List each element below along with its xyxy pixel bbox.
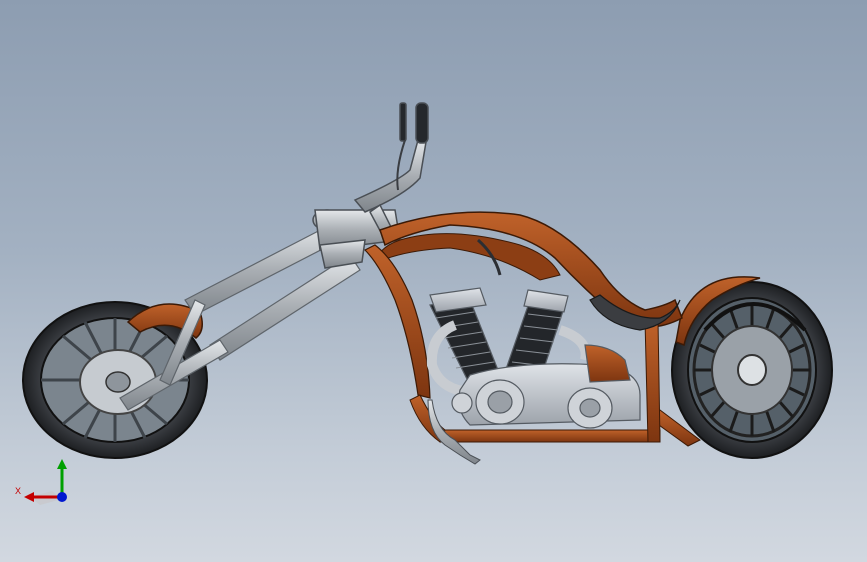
chopper-motorcycle-model[interactable] — [0, 0, 867, 562]
triad-axes — [24, 459, 67, 505]
coordinate-triad: X — [10, 455, 80, 515]
x-axis-label: X — [15, 486, 22, 496]
graphics-viewport[interactable]: X — [0, 0, 867, 562]
